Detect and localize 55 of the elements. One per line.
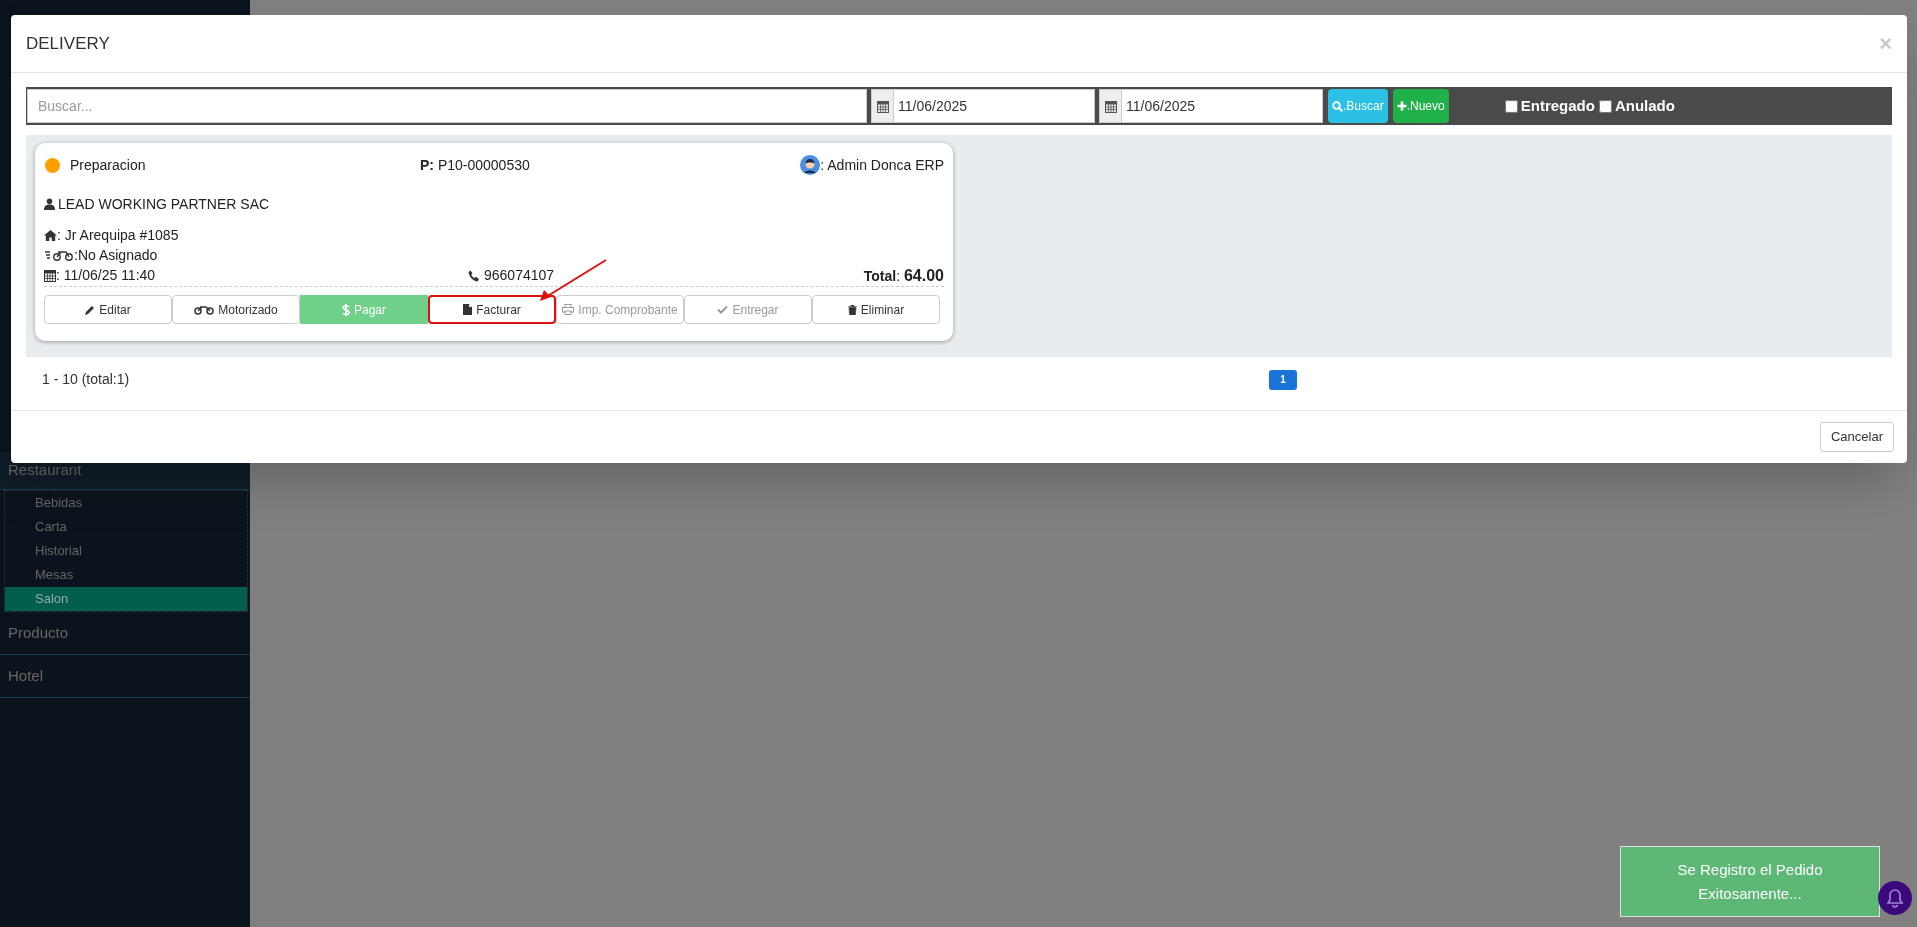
user-name: : Admin Donca ERP xyxy=(820,155,944,175)
action-button[interactable]: Pagar xyxy=(300,295,428,324)
search-button[interactable]: .Buscar xyxy=(1328,89,1388,123)
order-datetime: : 11/06/25 11:40 xyxy=(56,266,156,285)
printer-icon xyxy=(562,304,575,315)
order-total: Total: 64.00 xyxy=(863,265,944,286)
filter-checkbox[interactable] xyxy=(1598,99,1612,113)
driver-text: :No Asignado xyxy=(74,245,158,265)
action-button[interactable]: Motorizado xyxy=(172,295,300,324)
person-icon xyxy=(44,198,55,210)
modal-title: DELIVERY xyxy=(26,32,110,55)
calendar-icon xyxy=(1104,99,1117,113)
motorcycle-icon xyxy=(44,249,74,261)
action-button[interactable]: Eliminar xyxy=(812,295,940,324)
cancel-button[interactable]: Cancelar xyxy=(1819,422,1894,452)
checkmark-icon xyxy=(717,305,729,314)
sidebar-item[interactable]: Carta xyxy=(5,515,247,539)
calendar-icon xyxy=(44,269,56,282)
action-button[interactable]: Editar xyxy=(44,295,172,324)
document-icon xyxy=(463,304,473,315)
checkbox-label: Anulado xyxy=(1614,95,1675,116)
notification-button[interactable] xyxy=(1878,881,1912,915)
order-code: P: P10-00000530 xyxy=(420,155,530,175)
action-button[interactable]: Facturar xyxy=(428,295,556,324)
checkbox-label: Entregado xyxy=(1520,95,1595,116)
phone-icon xyxy=(468,269,480,282)
sidebar-item[interactable]: Hotel xyxy=(0,655,250,698)
address-text: : Jr Arequipa #1085 xyxy=(57,225,179,245)
toast-message: Se Registro el Pedido Exitosamente... xyxy=(1676,859,1824,904)
sidebar-item[interactable]: Mesas xyxy=(5,563,247,587)
page-button[interactable]: 1 xyxy=(1269,369,1297,390)
status-label: Preparacion xyxy=(70,155,146,175)
avatar-icon xyxy=(800,155,821,175)
dollar-icon xyxy=(342,303,350,316)
sidebar-item[interactable]: Producto xyxy=(0,612,250,655)
filter-checkbox[interactable] xyxy=(1504,99,1518,113)
sidebar-item[interactable]: Historial xyxy=(5,539,247,563)
home-icon xyxy=(44,229,57,241)
close-button[interactable]: × xyxy=(1879,32,1892,55)
sidebar-item[interactable]: Salon xyxy=(5,587,247,611)
trash-icon xyxy=(847,304,857,315)
motorcycle-icon xyxy=(194,304,215,315)
sidebar-item[interactable]: Bebidas xyxy=(5,491,247,515)
pagination-summary: 1 - 10 (total:1) xyxy=(42,370,130,389)
search-icon xyxy=(1332,100,1343,112)
phone-number: 966074107 xyxy=(484,266,555,285)
calendar-icon xyxy=(876,99,889,113)
date-field[interactable]: 11/06/2025 xyxy=(871,89,1095,123)
client-name: LEAD WORKING PARTNER SAC xyxy=(58,194,270,214)
new-button[interactable]: .Nuevo xyxy=(1392,89,1449,123)
date-field[interactable]: 11/06/2025 xyxy=(1099,89,1323,123)
bell-icon xyxy=(1886,888,1904,908)
pencil-icon xyxy=(85,304,96,315)
search-field[interactable]: Buscar... xyxy=(27,89,867,123)
plus-icon xyxy=(1396,101,1407,111)
